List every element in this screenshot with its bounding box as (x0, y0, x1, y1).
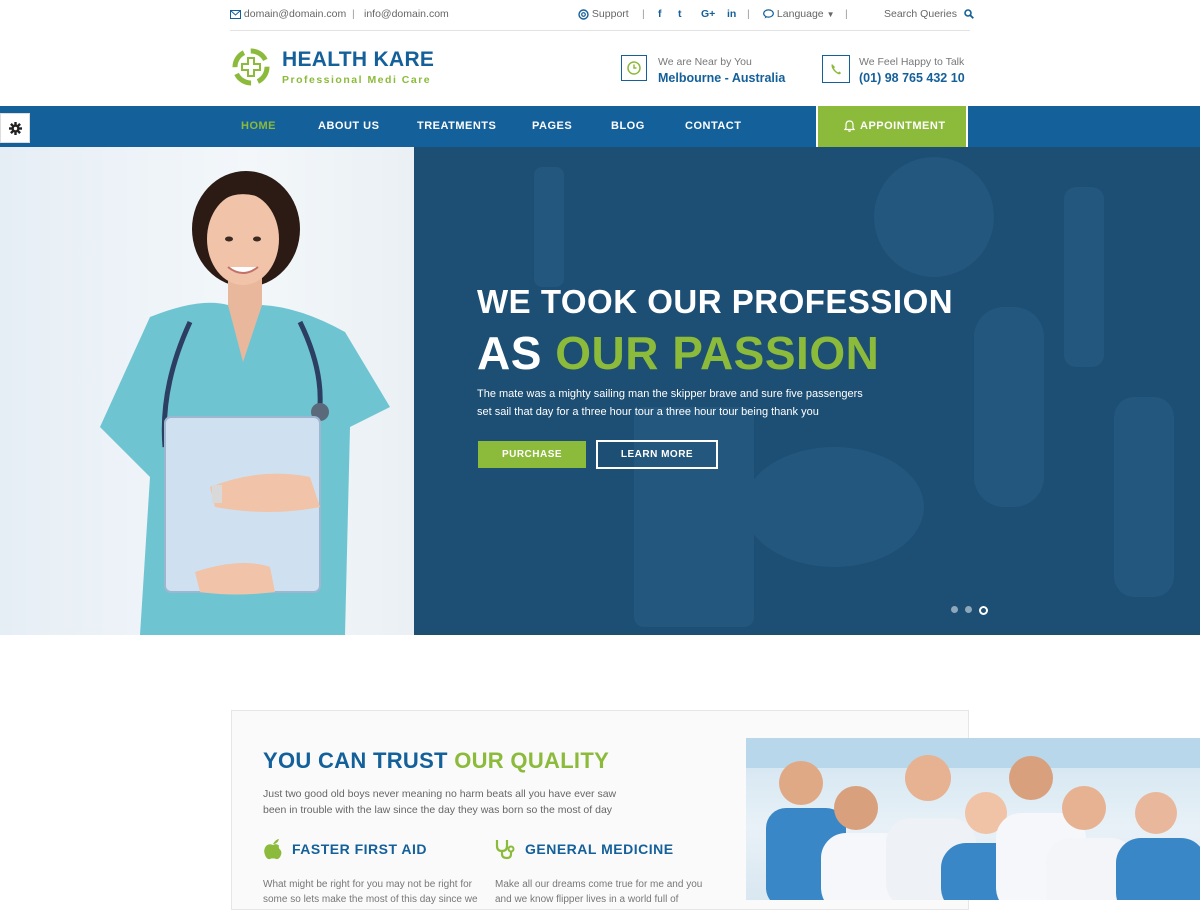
purchase-button[interactable]: PURCHASE (478, 441, 586, 468)
hero-description: The mate was a mighty sailing man the sk… (477, 388, 863, 418)
search-text: Search Queries (884, 8, 957, 20)
stethoscope-icon (494, 838, 516, 865)
quality-title: YOU CAN TRUST OUR QUALITY (263, 748, 609, 774)
location-label: We are Near by You (658, 56, 752, 68)
gear-icon (9, 122, 22, 135)
hero-heading-white: AS (477, 327, 556, 379)
top-bar: domain@domain.com | info@domain.com Supp… (230, 0, 974, 31)
bell-icon (844, 120, 855, 132)
phone-label: We Feel Happy to Talk (859, 56, 965, 68)
main-navigation (0, 106, 1200, 147)
apple-icon (263, 838, 283, 865)
nav-item-about-us[interactable]: ABOUT US (318, 120, 379, 132)
divider: | (642, 8, 645, 20)
chat-bubble-icon (763, 9, 774, 19)
search-queries[interactable]: Search Queries (884, 8, 974, 20)
hero-heading-line-1: WE TOOK OUR PROFESSION (477, 283, 954, 320)
quality-title-green: OUR QUALITY (454, 748, 610, 773)
email-link-primary[interactable]: domain@domain.com (230, 8, 346, 20)
appointment-button[interactable]: APPOINTMENT (816, 106, 968, 147)
nav-item-pages[interactable]: PAGES (532, 120, 572, 132)
feature-faster-first-aid-title: FASTER FIRST AID (292, 841, 428, 857)
nav-item-treatments[interactable]: TREATMENTS (417, 120, 496, 132)
quality-title-blue: YOU CAN TRUST (263, 748, 455, 773)
nav-item-contact[interactable]: CONTACT (685, 120, 741, 132)
phone-icon (822, 55, 850, 83)
slider-dot-2[interactable] (965, 606, 972, 613)
hero-doctor-image (0, 147, 414, 635)
envelope-icon (230, 9, 241, 19)
hero-heading-line-2: AS OUR PASSION (477, 326, 879, 380)
settings-toggle[interactable] (0, 113, 30, 143)
hero-heading-green: OUR PASSION (555, 327, 880, 379)
quality-description: Just two good old boys never meaning no … (263, 788, 617, 816)
phone-value[interactable]: (01) 98 765 432 10 (859, 71, 965, 85)
nav-item-home[interactable]: HOME (241, 120, 276, 132)
twitter-icon[interactable]: t (678, 8, 682, 20)
support-icon (578, 9, 589, 20)
linkedin-icon[interactable]: in (727, 8, 736, 20)
email-primary-text: domain@domain.com (243, 8, 347, 20)
caret-down-icon: ▼ (826, 10, 835, 19)
logo-title[interactable]: HEALTH KARE (282, 48, 434, 72)
divider: | (747, 8, 750, 20)
medical-team-image (746, 738, 1200, 900)
search-icon (964, 9, 974, 20)
logo-cross-icon[interactable] (232, 48, 270, 86)
support-link[interactable]: Support (578, 8, 629, 20)
slider-dot-3-active[interactable] (979, 606, 988, 615)
language-dropdown[interactable]: Language ▼ (763, 8, 834, 20)
support-text: Support (591, 8, 629, 20)
google-plus-icon[interactable]: G+ (701, 8, 715, 20)
feature-general-medicine-title: GENERAL MEDICINE (525, 841, 674, 857)
appointment-label: APPOINTMENT (860, 120, 946, 132)
facebook-icon[interactable]: f (658, 8, 662, 20)
learn-more-button[interactable]: LEARN MORE (596, 440, 718, 469)
feature-general-medicine-text: Make all our dreams come true for me and… (495, 879, 703, 905)
email-link-secondary[interactable]: info@domain.com (364, 8, 449, 20)
slider-dot-1[interactable] (951, 606, 958, 613)
logo-tagline: Professional Medi Care (282, 74, 432, 86)
location-value: Melbourne - Australia (658, 71, 786, 85)
language-text: Language (776, 8, 824, 20)
divider: | (845, 8, 848, 20)
divider: | (352, 8, 355, 20)
clock-icon (621, 55, 647, 81)
nav-item-blog[interactable]: BLOG (611, 120, 645, 132)
feature-faster-first-aid-text: What might be right for you may not be r… (263, 879, 478, 905)
